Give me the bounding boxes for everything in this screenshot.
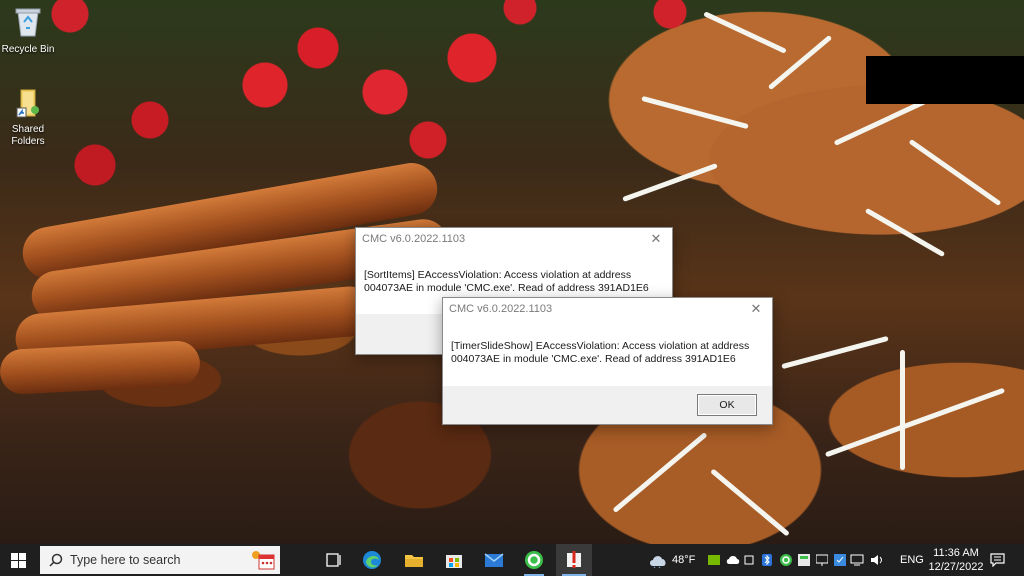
taskbar: Type here to search 48°F ENG 11:36 AM 12… [0,544,1024,576]
app-green-icon[interactable] [780,554,792,566]
task-view-icon [326,553,341,567]
input-language[interactable]: ENG [900,554,924,566]
cloud-icon[interactable] [726,555,740,565]
system-tray [706,544,866,576]
store-icon [446,555,462,568]
search-icon [49,553,63,567]
weather-temperature: 48°F [672,554,696,566]
weather-cloud-icon [650,556,666,568]
volume-button[interactable] [868,544,886,576]
recycle-bin-icon [0,4,56,42]
app-tray-icon[interactable] [798,554,810,566]
error-dialog-timerslideshow: CMC v6.0.2022.1103 ✕ [TimerSlideShow] EA… [442,297,773,425]
dialog-titlebar[interactable]: CMC v6.0.2022.1103 ✕ [443,298,772,320]
file-explorer-icon [405,555,423,567]
clock-date: 12/27/2022 [928,561,984,573]
dialog-message: [TimerSlideShow] EAccessViolation: Acces… [451,340,750,365]
close-icon[interactable]: ✕ [748,298,764,320]
nvidia-icon[interactable] [708,555,720,565]
app-alert-icon [567,551,581,568]
hidden-icons-icon[interactable] [744,555,754,565]
dialog-titlebar[interactable]: CMC v6.0.2022.1103 ✕ [356,228,672,250]
dialog-title: CMC v6.0.2022.1103 [449,303,553,315]
windows-logo-icon [11,553,26,568]
weather-widget[interactable]: 48°F [646,544,698,576]
network-icon[interactable] [850,554,864,566]
folder-icon [0,88,56,122]
taskbar-app-file-explorer[interactable] [400,544,428,576]
search-placeholder: Type here to search [70,553,181,567]
notification-icon [990,553,1005,567]
desktop-icon-shared-folders[interactable]: Shared Folders [0,88,56,148]
dialog-button-area: OK [443,386,772,424]
security-icon[interactable] [834,554,846,566]
cmc-app-icon [525,551,543,569]
dialog-message: [SortItems] EAccessViolation: Access vio… [364,269,649,294]
redaction-block [866,56,1024,104]
ok-button[interactable]: OK [697,394,757,416]
taskbar-app-edge[interactable] [358,544,386,576]
desktop-icon-label: Shared Folders [11,124,45,147]
speaker-icon [871,555,882,565]
dialog-title: CMC v6.0.2022.1103 [362,233,466,245]
holiday-calendar-icon [252,551,275,570]
close-icon[interactable]: ✕ [648,228,664,250]
display-icon[interactable] [816,554,828,566]
taskbar-app-cmc[interactable] [520,544,548,576]
taskbar-app-store[interactable] [440,544,468,576]
taskbar-app-mail[interactable] [480,544,508,576]
notification-center-button[interactable] [986,544,1010,576]
taskbar-app-alert[interactable] [556,544,592,576]
bluetooth-icon[interactable] [762,554,772,566]
mail-icon [484,553,504,567]
desktop-icon-recycle-bin[interactable]: Recycle Bin [0,4,56,56]
desktop-icon-label: Recycle Bin [1,44,55,55]
clock-time: 11:36 AM [933,547,979,559]
clock[interactable]: 11:36 AM 12/27/2022 [924,544,984,576]
task-view-button[interactable] [322,544,346,576]
start-button[interactable] [0,544,38,576]
taskbar-search-box[interactable]: Type here to search [40,546,280,574]
edge-icon [363,551,381,569]
